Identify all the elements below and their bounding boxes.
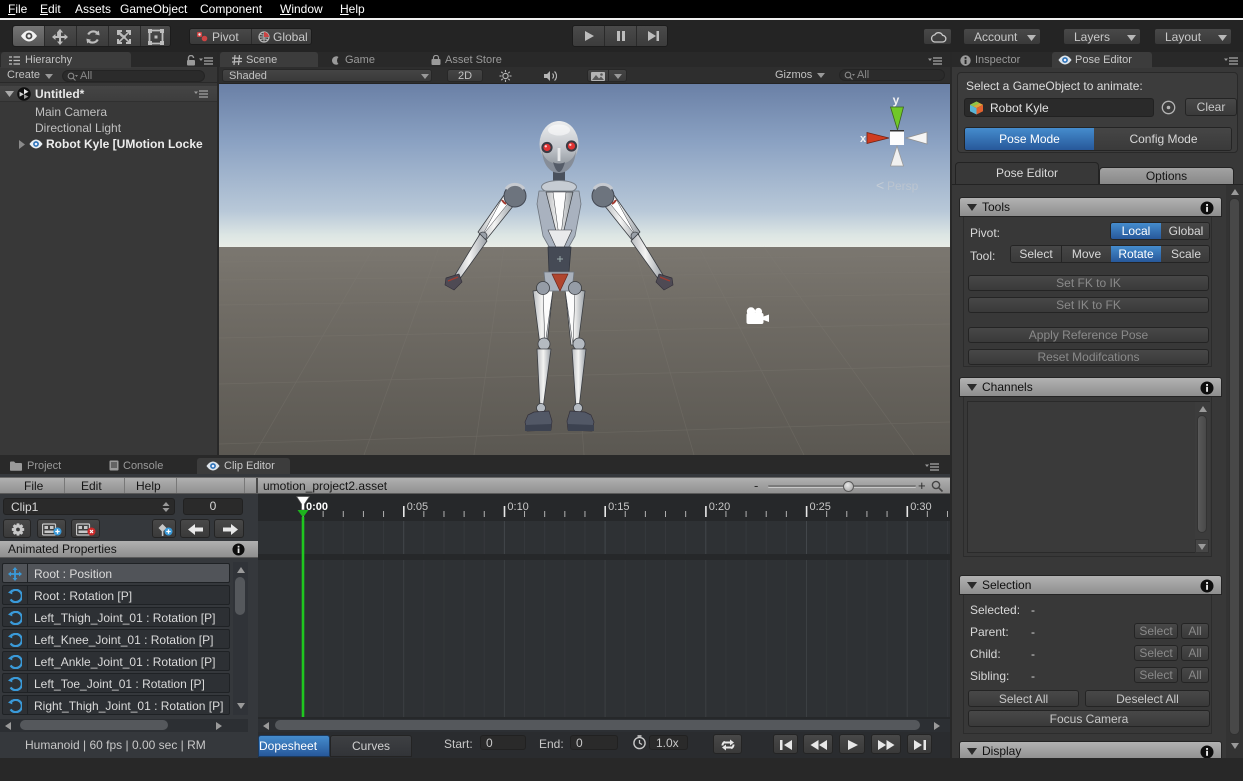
svg-text:0:15: 0:15 bbox=[608, 501, 629, 513]
svg-text:0:30: 0:30 bbox=[910, 501, 931, 513]
svg-text:y: y bbox=[893, 93, 900, 107]
svg-text:x: x bbox=[860, 133, 867, 145]
svg-text:0:25: 0:25 bbox=[810, 501, 831, 513]
svg-text:0:20: 0:20 bbox=[709, 501, 730, 513]
svg-text:0:05: 0:05 bbox=[407, 501, 428, 513]
svg-text:Persp: Persp bbox=[887, 179, 919, 193]
svg-text:<: < bbox=[876, 177, 884, 193]
svg-text:0:00: 0:00 bbox=[306, 501, 328, 513]
svg-text:0:10: 0:10 bbox=[507, 501, 528, 513]
